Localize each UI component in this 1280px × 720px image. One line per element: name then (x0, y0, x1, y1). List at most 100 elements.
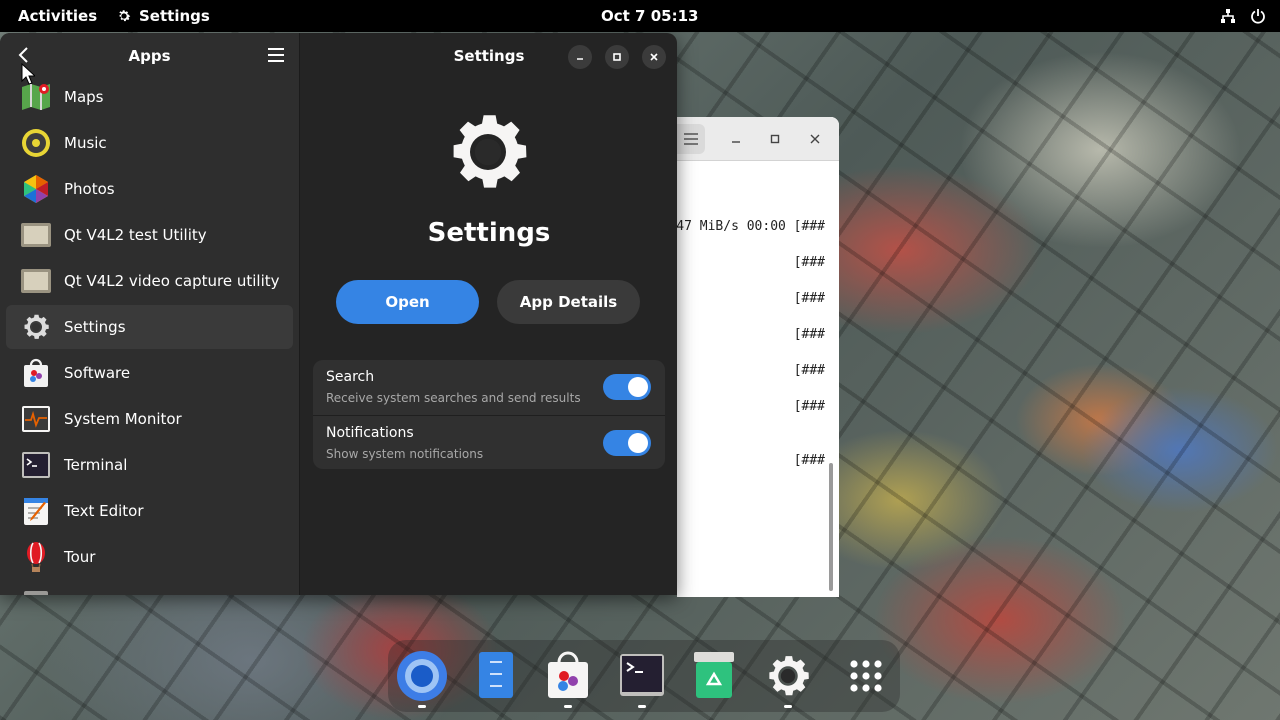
pref-title: Search (326, 369, 375, 385)
app-item-music[interactable]: Music (6, 121, 293, 165)
app-icon-partial (24, 591, 48, 595)
close-icon (650, 53, 658, 61)
top-bar: Activities Settings Oct 7 05:13 (0, 0, 1280, 32)
dock-show-apps[interactable] (840, 650, 892, 702)
terminal-window[interactable]: 47 MiB/s 00:00 [### [### [### [### [### … (677, 117, 839, 597)
settings-app-icon (453, 115, 527, 188)
dash-dock (388, 640, 900, 712)
terminal-line: [### (793, 363, 825, 378)
dock-chrome[interactable] (396, 650, 448, 708)
terminal-line: [### (793, 327, 825, 342)
maximize-button[interactable] (605, 45, 629, 69)
app-details-button[interactable]: App Details (497, 280, 640, 324)
app-item-settings[interactable]: Settings (6, 305, 293, 349)
back-arrow-icon[interactable] (14, 45, 34, 65)
close-button[interactable] (642, 45, 666, 69)
window-title: Settings (453, 46, 525, 65)
scrollbar-thumb[interactable] (829, 463, 833, 591)
text-editor-icon (24, 498, 48, 525)
maximize-icon (770, 134, 780, 144)
system-monitor-icon (22, 406, 50, 432)
minimize-icon (732, 141, 740, 143)
software-icon (24, 358, 48, 387)
dock-files[interactable] (470, 650, 522, 702)
maximize-icon (613, 53, 621, 61)
terminal-line: 47 MiB/s 00:00 [### (677, 219, 825, 234)
pref-subtitle: Show system notifications (326, 447, 484, 461)
pref-subtitle: Receive system searches and send results (326, 391, 581, 405)
settings-window[interactable]: Apps Maps Music Photos Qt V4L2 test Util… (0, 33, 677, 595)
app-item-photos[interactable]: Photos (6, 167, 293, 211)
apps-sidebar: Apps Maps Music Photos Qt V4L2 test Util… (0, 33, 300, 595)
dock-terminal[interactable] (616, 650, 668, 708)
app-item-label: Qt V4L2 test Utility (64, 226, 207, 244)
mouse-cursor-icon (21, 63, 35, 85)
qt-v4l2-capture-icon (21, 269, 51, 293)
terminal-header (677, 117, 839, 161)
app-item-partial[interactable] (6, 581, 293, 595)
app-list[interactable]: Maps Music Photos Qt V4L2 test Utility Q… (0, 79, 300, 595)
search-toggle[interactable] (603, 374, 651, 400)
terminal-icon (620, 654, 664, 696)
terminal-scrollbar[interactable] (829, 163, 835, 593)
maps-icon (22, 84, 50, 110)
dock-settings[interactable] (762, 650, 814, 708)
pref-title: Notifications (326, 425, 414, 441)
app-item-text-editor[interactable]: Text Editor (6, 489, 293, 533)
preferences-list: Search Receive system searches and send … (313, 360, 665, 469)
app-detail-panel: Settings Open App Details Search Receive… (301, 78, 677, 595)
terminal-icon (22, 452, 50, 478)
app-item-qt-v4l2-test[interactable]: Qt V4L2 test Utility (6, 213, 293, 257)
terminal-maximize-button[interactable] (766, 130, 784, 148)
app-menu[interactable]: Settings (116, 7, 210, 25)
open-button[interactable]: Open (336, 280, 479, 324)
terminal-menu-button[interactable] (677, 124, 705, 154)
clock[interactable]: Oct 7 05:13 (601, 7, 698, 25)
app-item-terminal[interactable]: Terminal (6, 443, 293, 487)
notifications-toggle[interactable] (603, 430, 651, 456)
sidebar-header: Apps (0, 33, 299, 78)
toggle-knob (628, 377, 648, 397)
photos-icon (24, 175, 48, 203)
system-tray[interactable] (1220, 8, 1266, 24)
search-pref-row[interactable]: Search Receive system searches and send … (313, 360, 665, 414)
settings-icon (24, 314, 49, 339)
app-item-software[interactable]: Software (6, 351, 293, 395)
app-title: Settings (427, 218, 551, 248)
app-item-tour[interactable]: Tour (6, 535, 293, 579)
minimize-button[interactable] (568, 45, 592, 69)
terminal-line: [### (793, 291, 825, 306)
minimize-icon (577, 58, 583, 60)
music-icon (22, 129, 50, 157)
app-item-maps[interactable]: Maps (6, 79, 293, 119)
app-item-label: Software (64, 364, 131, 382)
app-item-label: System Monitor (64, 410, 182, 428)
activities-button[interactable]: Activities (18, 7, 97, 25)
terminal-minimize-button[interactable] (727, 130, 745, 148)
terminal-close-button[interactable] (806, 130, 824, 148)
running-indicator (418, 705, 426, 708)
app-item-qt-v4l2-capture[interactable]: Qt V4L2 video capture utility (6, 259, 293, 303)
notifications-pref-row[interactable]: Notifications Show system notifications (313, 415, 665, 469)
running-indicator (638, 705, 646, 708)
app-item-label: Photos (64, 180, 115, 198)
sidebar-title: Apps (128, 46, 171, 65)
app-item-label: Maps (64, 88, 104, 106)
app-item-system-monitor[interactable]: System Monitor (6, 397, 293, 441)
chrome-icon (397, 651, 447, 701)
app-item-label: Qt V4L2 video capture utility (64, 272, 280, 290)
close-icon (810, 134, 820, 144)
dock-software[interactable] (542, 650, 594, 708)
app-item-label: Settings (64, 318, 126, 336)
app-item-label: Terminal (64, 456, 128, 474)
app-item-label: Music (64, 134, 107, 152)
hamburger-menu-icon[interactable] (267, 46, 285, 64)
app-item-label: Tour (64, 548, 96, 566)
dock-trash[interactable] (688, 650, 740, 702)
running-indicator (784, 705, 792, 708)
power-icon (1251, 9, 1265, 24)
terminal-line: [### (793, 255, 825, 270)
show-apps-icon (850, 660, 882, 692)
terminal-output[interactable]: 47 MiB/s 00:00 [### [### [### [### [### … (677, 161, 839, 596)
app-menu-label: Settings (139, 7, 210, 25)
